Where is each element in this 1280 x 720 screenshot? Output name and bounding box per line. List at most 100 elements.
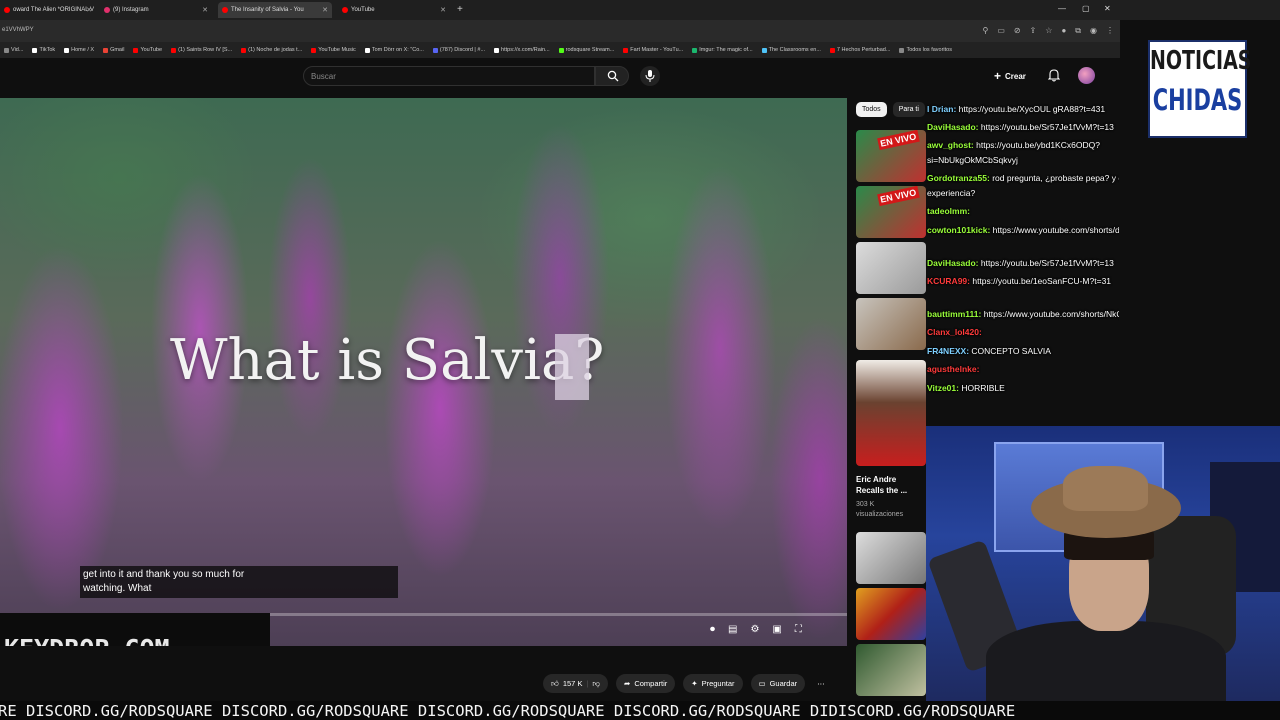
close-window-button[interactable]: ✕ <box>1104 4 1111 13</box>
new-tab-button[interactable]: + <box>457 4 463 15</box>
bookmark-item[interactable]: TikTok <box>32 47 55 53</box>
bookmark-item[interactable]: Gmail <box>103 47 124 53</box>
bookmark-item[interactable]: Home / X <box>64 47 94 53</box>
chip-all[interactable]: Todos <box>856 102 887 117</box>
bookmark-item[interactable]: 7 Hechos Perturbad... <box>829 47 891 53</box>
bookmark-favicon-icon <box>171 47 177 53</box>
bookmark-favicon-icon <box>241 47 247 53</box>
fullscreen-icon[interactable]: ⛶ <box>795 624 802 635</box>
search-icon <box>607 70 619 82</box>
bookmark-favicon-icon <box>133 47 139 53</box>
sponsor-banner: KEYDROP.COM <box>0 613 270 646</box>
video-thumbnail[interactable]: EN VIVO <box>856 130 926 182</box>
tab-label: The Insanity of Salvia - You <box>231 7 304 13</box>
miniplayer-icon[interactable]: ▣ <box>772 624 781 635</box>
chat-text: rod pregunta, ¿probaste pepa? y como es … <box>992 173 1119 183</box>
bookmark-item[interactable]: rodsquare Stream... <box>558 47 614 53</box>
close-tab-icon[interactable]: ✕ <box>202 6 208 14</box>
profile-icon[interactable]: ◉ <box>1090 26 1097 36</box>
voice-search-button[interactable] <box>640 66 660 86</box>
tab-3[interactable]: YouTube ✕ <box>338 2 450 18</box>
browser-tab-bar: oward The Alien *ORIGINAL V ✕ (9) Instag… <box>0 0 1280 20</box>
avatar[interactable] <box>1078 67 1095 84</box>
tab-2-active[interactable]: The Insanity of Salvia - You ✕ <box>218 2 332 18</box>
bookmark-item[interactable]: The Classrooms en... <box>761 47 821 53</box>
close-tab-icon[interactable]: ✕ <box>86 6 92 14</box>
chat-message: DaviHasado: https://youtu.be/Sr57Je1fVvM… <box>927 122 1114 133</box>
video-thumbnail[interactable] <box>856 588 926 640</box>
extensions-icon[interactable]: ⧉ <box>1075 26 1081 36</box>
bookmark-item[interactable]: Imgur: The magic of... <box>692 47 753 53</box>
recommendation-title[interactable]: Eric Andre Recalls the ... <box>856 474 924 496</box>
share-button[interactable]: ➦ Compartir <box>616 674 676 693</box>
create-button[interactable]: + Crear <box>994 69 1026 83</box>
chat-message: cowton101kick: https://www.youtube.com/s… <box>927 225 1119 236</box>
bookmark-item[interactable]: YouTube <box>133 47 162 53</box>
video-thumbnail[interactable] <box>856 298 926 350</box>
bookmark-item[interactable]: Vid... <box>4 47 23 53</box>
chat-message: awv_ghost: https://youtu.be/ybd1KCx6ODQ? <box>927 140 1100 151</box>
bookmark-item[interactable]: Todos los favoritos <box>899 47 952 53</box>
video-thumbnail[interactable] <box>856 532 926 584</box>
tab-0[interactable]: oward The Alien *ORIGINAL V ✕ <box>0 2 96 18</box>
search-placeholder: Buscar <box>311 72 336 81</box>
bookmark-item[interactable]: Tom Dörr on X: "Co... <box>364 47 424 53</box>
screen: oward The Alien *ORIGINAL V ✕ (9) Instag… <box>0 0 1280 720</box>
address-bar[interactable]: e1VVhWPY ⚲ ▭ ⊘ ⇪ ☆ ● ⧉ ◉ ⋮ <box>0 20 1120 42</box>
bookmark-label: 7 Hechos Perturbad... <box>836 47 891 53</box>
video-thumbnail[interactable]: EN VIVO <box>856 186 926 238</box>
chat-username: tadeolmm: <box>927 206 970 216</box>
video-player[interactable]: What is Salvia? get into it and thank yo… <box>0 98 847 646</box>
autoplay-toggle-icon[interactable]: ⏺ <box>710 624 715 635</box>
bookmark-item[interactable]: Fart Master - YouTu... <box>623 47 683 53</box>
ticker-text: RE DISCORD.GG/RODSQUARE DISCORD.GG/RODSQ… <box>0 702 1016 720</box>
save-label: Guardar <box>769 679 798 688</box>
more-actions-button[interactable]: ⋯ <box>813 674 829 693</box>
cast-icon[interactable]: ▭ <box>997 26 1005 36</box>
bookmark-item[interactable]: (787) Discord | #... <box>432 47 485 53</box>
maximize-button[interactable]: ▢ <box>1082 4 1090 13</box>
video-thumbnail[interactable] <box>856 360 926 466</box>
settings-gear-icon[interactable]: ⚙ <box>750 624 759 635</box>
youtube-favicon-icon <box>4 7 10 13</box>
minimize-button[interactable]: — <box>1058 4 1066 13</box>
chat-username: awv_ghost: <box>927 140 974 150</box>
live-badge: EN VIVO <box>877 130 920 151</box>
search-button[interactable] <box>595 66 629 86</box>
notifications-button[interactable] <box>1047 69 1061 87</box>
video-actions: 👍︎ 157 K | 👎︎ ➦ Compartir ✦ Preguntar ▭ … <box>543 674 829 693</box>
close-tab-icon[interactable]: ✕ <box>322 6 328 14</box>
streamer-shirt <box>986 621 1226 701</box>
chat-text: si=NbUkgOkMCbSqkvyj <box>927 155 1018 165</box>
chat-username: Clanx_lol420: <box>927 327 982 337</box>
subtitles-icon[interactable]: ▤ <box>728 624 737 635</box>
search-input[interactable]: Buscar <box>303 66 595 86</box>
chat-message: l Drian: https://youtu.be/XycOUL gRA88?t… <box>927 104 1105 115</box>
bookmark-favicon-icon <box>761 47 767 53</box>
thumbs-down-icon[interactable]: 👎︎ <box>592 679 600 689</box>
bookmark-label: (1) Noche de jodas t... <box>248 47 303 53</box>
video-thumbnail[interactable] <box>856 644 926 696</box>
chat-message: bauttimm111: https://www.youtube.com/sho… <box>927 309 1119 320</box>
bookmark-item[interactable]: (1) Noche de jodas t... <box>241 47 302 53</box>
tab-1[interactable]: (9) Instagram ✕ <box>100 2 212 18</box>
bookmark-item[interactable]: YouTube Music <box>311 47 356 53</box>
eye-off-icon[interactable]: ⊘ <box>1014 26 1021 36</box>
bookmark-item[interactable]: https://x.com/Rain... <box>494 47 550 53</box>
url-text[interactable]: e1VVhWPY <box>2 27 34 33</box>
extension-icon[interactable]: ● <box>1061 26 1066 36</box>
video-thumbnail[interactable] <box>856 242 926 294</box>
bookmark-label: Imgur: The magic of... <box>699 47 753 53</box>
zoom-icon[interactable]: ⚲ <box>982 26 988 36</box>
share-icon[interactable]: ⇪ <box>1030 26 1037 36</box>
save-button[interactable]: ▭ Guardar <box>750 674 806 693</box>
close-tab-icon[interactable]: ✕ <box>440 6 446 14</box>
bookmark-star-icon[interactable]: ☆ <box>1045 26 1052 36</box>
ask-button[interactable]: ✦ Preguntar <box>683 674 743 693</box>
chat-message: Vitze01: HORRIBLE <box>927 383 1005 394</box>
bookmark-item[interactable]: (1) Saints Row IV [S... <box>171 47 232 53</box>
menu-icon[interactable]: ⋮ <box>1106 26 1114 36</box>
chip-for-you[interactable]: Para ti <box>892 102 925 117</box>
like-button[interactable]: 👍︎ 157 K | 👎︎ <box>543 674 609 693</box>
text-cursor-block <box>555 334 589 400</box>
